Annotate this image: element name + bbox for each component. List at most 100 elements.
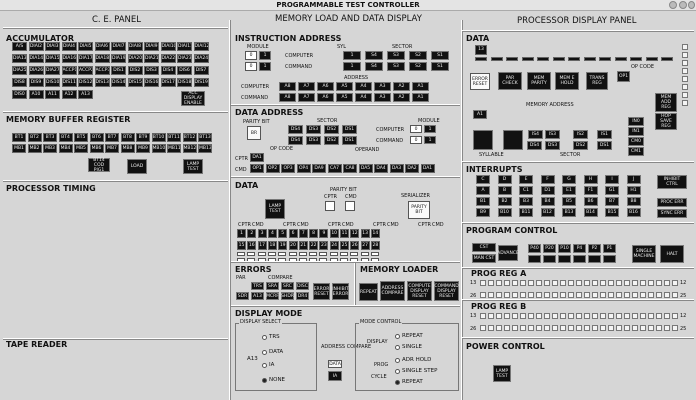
prog-reg-bit[interactable] [616, 313, 622, 319]
close-icon[interactable] [688, 1, 695, 9]
prog-reg-bit[interactable] [536, 313, 542, 319]
accumulator-cell[interactable]: DIS2 [127, 66, 143, 75]
prog-reg-bit[interactable] [616, 325, 622, 331]
prog-reg-bit[interactable] [672, 292, 678, 298]
data-bit-cell[interactable]: 3 [257, 229, 267, 238]
radio-single-step[interactable]: SINGLE STEP [395, 368, 437, 374]
mem-hold-button[interactable]: MEM E HOLD [555, 72, 579, 90]
mbr-cell[interactable]: BT5 [74, 133, 88, 142]
accumulator-cell[interactable]: A12 [61, 90, 77, 99]
inhibit-ctrl-button[interactable]: INHIBIT CTRL [657, 175, 687, 189]
ia-address-cell[interactable]: A5 [336, 82, 353, 91]
ia-address-cell[interactable]: A4 [355, 93, 372, 102]
prog-reg-bit[interactable] [664, 313, 670, 319]
prog-reg-bit[interactable] [480, 292, 486, 298]
prog-reg-bit[interactable] [560, 325, 566, 331]
prog-reg-bit[interactable] [648, 280, 654, 286]
accumulator-cell[interactable]: DIS10 [45, 78, 60, 87]
program-bit-cell[interactable]: P20 [543, 244, 556, 253]
prog-reg-bit[interactable] [656, 280, 662, 286]
accumulator-cell[interactable]: DIS4 [160, 66, 176, 75]
prog-reg-bit[interactable] [672, 280, 678, 286]
accumulator-cell[interactable]: DIAI8 [127, 42, 143, 51]
mbr-cell[interactable]: MB13 [198, 144, 212, 153]
prog-reg-bit[interactable] [640, 325, 646, 331]
prog-reg-bit[interactable] [616, 280, 622, 286]
sync-err-button[interactable]: SYNC ERR [657, 209, 687, 218]
data-bit-cell[interactable]: 7 [298, 229, 308, 238]
prog-reg-bit[interactable] [608, 325, 614, 331]
error-cell[interactable]: SRC [281, 282, 294, 290]
prog-reg-bit[interactable] [624, 280, 630, 286]
data-bit-cell[interactable]: 15 [237, 241, 246, 250]
mbr-cell[interactable]: BT4 [58, 133, 73, 142]
prog-reg-bit[interactable] [624, 313, 630, 319]
da-module-cell[interactable]: 1 [424, 125, 436, 133]
mbr-cell[interactable]: MB8 [120, 144, 135, 153]
prog-reg-bit[interactable] [536, 292, 542, 298]
prog-reg-bit[interactable] [520, 325, 526, 331]
accumulator-cell[interactable]: DIS13 [94, 78, 110, 87]
prog-reg-bit[interactable] [664, 325, 670, 331]
ia-sector-cell[interactable]: S1 [431, 62, 449, 71]
accumulator-cell[interactable]: DIS6 [177, 66, 192, 75]
da-operand-cell[interactable]: DA1 [420, 164, 435, 173]
data-bit-cell[interactable]: 13 [360, 229, 370, 238]
accumulator-cell[interactable]: DIS3 [144, 66, 159, 75]
address-compare-button[interactable]: ADDRESS COMPARE [380, 281, 405, 301]
prog-reg-bit[interactable] [592, 292, 598, 298]
prog-reg-bit[interactable] [656, 325, 662, 331]
prog-reg-bit[interactable] [528, 280, 534, 286]
error-cell[interactable]: DISC [296, 282, 309, 290]
data-bit-cell[interactable]: 11 [340, 229, 349, 238]
radio-ia[interactable]: IA [262, 362, 274, 368]
accumulator-cell[interactable]: DIS0 [12, 90, 27, 99]
accumulator-cell[interactable]: A13 [78, 90, 93, 99]
accumulator-cell[interactable]: DIA14 [28, 54, 44, 63]
da-operand-cell[interactable]: CA8 [343, 164, 357, 173]
prog-reg-bit[interactable] [632, 325, 638, 331]
da-sector-cell[interactable]: DS3 [306, 136, 321, 145]
single-machine-button[interactable]: SINGLE MACHINE [632, 245, 656, 263]
repeat-button[interactable]: REPEAT [359, 283, 378, 301]
da-operand-cell[interactable]: DA9 [312, 164, 326, 173]
da-operand-cell[interactable]: DA2 [405, 164, 419, 173]
prog-reg-bit[interactable] [632, 292, 638, 298]
error-cell[interactable]: MCRF [266, 292, 279, 300]
mbr-cell[interactable]: MB10 [151, 144, 166, 153]
prog-reg-bit[interactable] [496, 325, 502, 331]
ia-address-cell[interactable]: A8 [279, 82, 296, 91]
mbr-cell[interactable]: BT1 [12, 133, 26, 142]
ia-address-cell[interactable]: A8 [279, 93, 296, 102]
data-lamp-test-button[interactable]: LAMP TEST [265, 199, 285, 219]
accumulator-cell[interactable]: DIA17 [78, 54, 93, 63]
data-bit-cell[interactable]: 10 [329, 229, 339, 238]
accumulator-cell[interactable]: A11 [45, 90, 60, 99]
ia-module-cell[interactable]: 1 [259, 62, 271, 71]
data-bit-cell[interactable]: 12 [350, 229, 360, 238]
par-check-button[interactable]: PAR CHECK [498, 72, 522, 90]
prog-reg-bit[interactable] [624, 325, 630, 331]
data-bit-cell[interactable]: 1 [237, 229, 246, 238]
radio-repeat-2[interactable]: REPEAT [395, 379, 423, 385]
da-operand-cell[interactable]: DA4 [374, 164, 388, 173]
mbr-cell[interactable]: BT13 [198, 133, 212, 142]
ia-address-cell[interactable]: A1 [412, 93, 429, 102]
mbr-cell[interactable]: MB3 [43, 144, 57, 153]
prog-reg-bit[interactable] [496, 280, 502, 286]
program-bit-cell[interactable]: P40 [528, 244, 541, 253]
prog-reg-bit[interactable] [504, 280, 510, 286]
prog-reg-bit[interactable] [584, 325, 590, 331]
prog-reg-bit[interactable] [608, 313, 614, 319]
accumulator-cell[interactable]: DIA22 [160, 54, 176, 63]
data-bit-cell[interactable]: 6 [288, 229, 298, 238]
error-cell[interactable]: SRA [266, 282, 279, 290]
prog-reg-bit[interactable] [632, 280, 638, 286]
mbr-cell[interactable]: BT2 [27, 133, 42, 142]
accumulator-cell[interactable]: DIA16 [61, 54, 77, 63]
mbr-cell[interactable]: BT11 [167, 133, 181, 142]
ia-address-cell[interactable]: A2 [393, 82, 410, 91]
cst-button[interactable]: CST [472, 243, 496, 252]
prog-reg-bit[interactable] [544, 325, 550, 331]
accumulator-cell[interactable]: DIA26 [28, 66, 44, 75]
